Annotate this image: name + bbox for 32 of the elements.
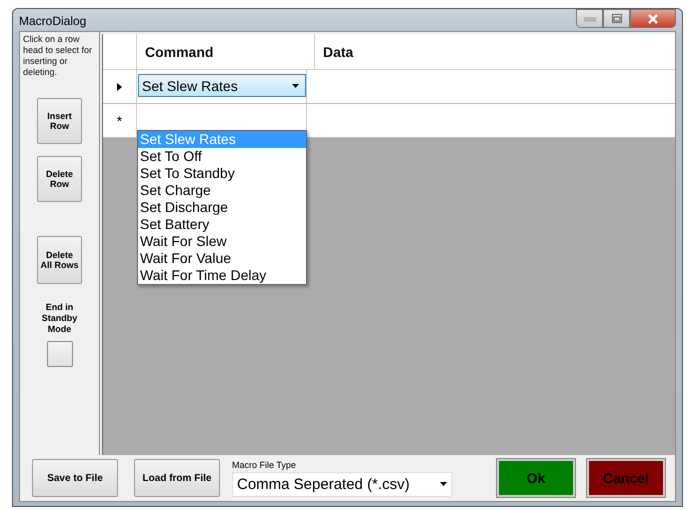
close-button[interactable] (630, 9, 676, 28)
dropdown-option[interactable]: Set To Off (138, 148, 306, 165)
window-title: MacroDialog (19, 14, 86, 28)
close-icon (647, 14, 659, 24)
dropdown-option[interactable]: Wait For Value (138, 250, 306, 267)
dialog-button[interactable]: Ok (497, 459, 575, 497)
dropdown-option[interactable]: Wait For Time Delay (138, 267, 306, 284)
caret-icon (292, 84, 299, 88)
minimize-button[interactable] (576, 9, 603, 28)
instructions-text: Click on a row head to select for inserting or deleting. (22, 33, 94, 79)
file-button[interactable]: Save to File (32, 459, 118, 497)
dropdown-option[interactable]: Set To Standby (138, 165, 306, 182)
side-button[interactable]: Delete Row (37, 156, 82, 202)
command-dropdown[interactable]: Set Slew Rates (138, 74, 306, 97)
side-button[interactable]: Insert Row (37, 98, 82, 144)
file-type-dropdown[interactable]: Comma Seperated (*.csv) (232, 472, 452, 496)
dropdown-option[interactable]: Set Discharge (138, 199, 306, 216)
standby-checkbox[interactable] (46, 341, 72, 367)
file-button[interactable]: Load from File (134, 459, 220, 497)
dropdown-option[interactable]: Set Charge (138, 182, 306, 199)
dropdown-option[interactable]: Wait For Slew (138, 233, 306, 250)
column-header[interactable]: Command (137, 34, 315, 69)
maximize-button[interactable] (603, 9, 630, 28)
row-pointer-icon (117, 82, 122, 90)
column-header[interactable]: Data (315, 34, 675, 69)
file-type-label: Macro File Type (232, 460, 297, 470)
minimize-icon (584, 16, 596, 22)
side-button[interactable]: Delete All Rows (37, 236, 82, 284)
caret-icon (440, 482, 447, 486)
dropdown-option[interactable]: Set Battery (138, 216, 306, 233)
maximize-icon (612, 14, 622, 23)
standby-label: End in Standby Mode (40, 302, 78, 335)
